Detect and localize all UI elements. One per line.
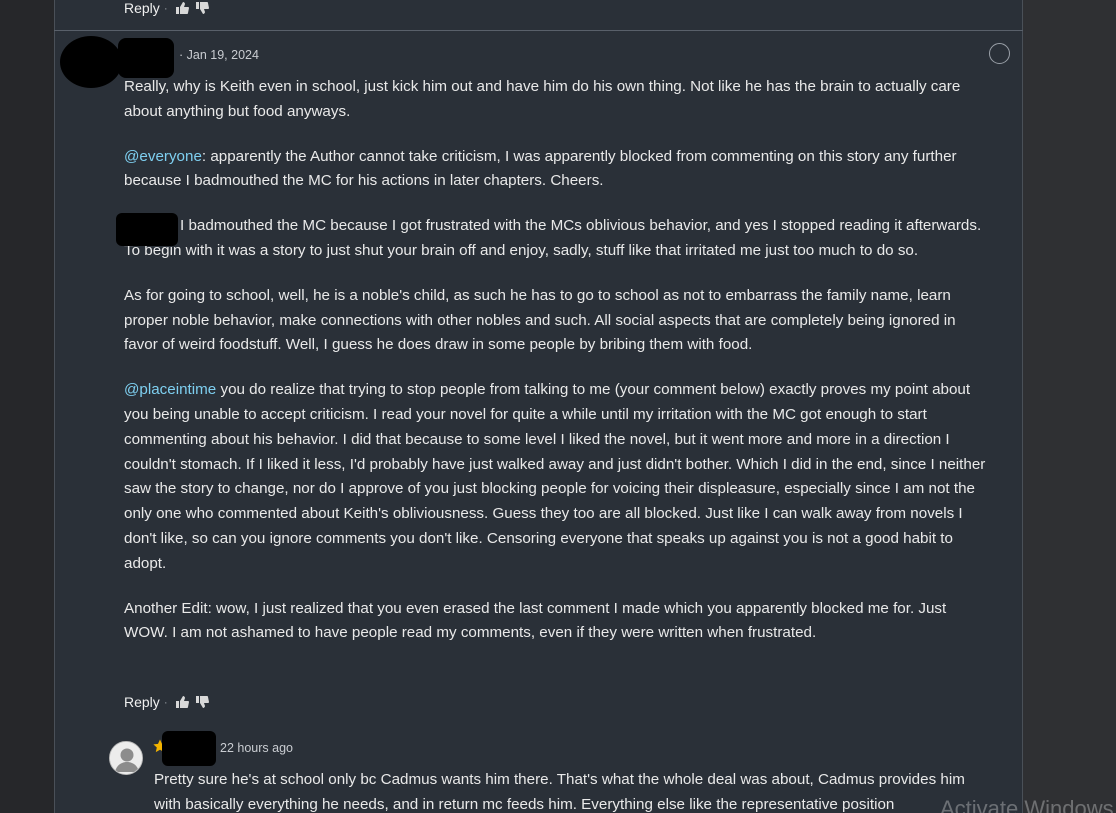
- comment-paragraph: I badmouthed the MC because I got frustr…: [124, 217, 982, 259]
- page-left-margin: [0, 0, 54, 813]
- mention-link[interactable]: @placeintime: [124, 381, 216, 398]
- thumbs-down-icon[interactable]: [195, 696, 209, 708]
- comment-actions: Reply ·: [124, 694, 212, 710]
- previous-comment-actions: Reply ·: [124, 0, 212, 16]
- mention-link[interactable]: @everyone: [124, 148, 202, 165]
- comment-text: : apparently the Author cannot take crit…: [124, 147, 957, 190]
- comment-paragraph: @placeintime you do realize that trying …: [124, 378, 986, 576]
- reply-button[interactable]: Reply: [124, 694, 160, 710]
- comment-divider: [54, 30, 1023, 31]
- thumbs-up-icon[interactable]: [175, 2, 189, 14]
- comment-paragraph: Really, why is Keith even in school, jus…: [124, 78, 961, 120]
- thumbs-up-icon[interactable]: [175, 696, 189, 708]
- thumbs-down-icon[interactable]: [195, 2, 209, 14]
- separator: ·: [163, 1, 168, 15]
- comment-paragraph: Another Edit: wow, I just realized that …: [124, 599, 947, 642]
- separator: ·: [163, 695, 168, 709]
- redacted-username: [162, 731, 216, 766]
- reply-text: Pretty sure he's at school only bc Cadmu…: [154, 771, 965, 813]
- activate-windows-watermark: Activate Windows: [940, 796, 1114, 813]
- redacted-avatar: [60, 36, 122, 88]
- comment-body: Really, why is Keith even in school, jus…: [124, 75, 986, 666]
- redacted-username: [118, 38, 174, 78]
- reply-avatar[interactable]: [109, 741, 143, 775]
- page-right-margin: [1023, 0, 1116, 813]
- comment-date: · Jan 19, 2024: [179, 48, 259, 62]
- comment-text: you do realize that trying to stop peopl…: [124, 381, 986, 572]
- select-circle[interactable]: [989, 43, 1010, 64]
- comment-paragraph: @everyone: apparently the Author cannot …: [124, 145, 986, 195]
- reply-date: 22 hours ago: [220, 741, 293, 755]
- redacted-mention: [116, 213, 178, 246]
- comment-paragraph: As for going to school, well, he is a no…: [124, 286, 956, 354]
- reply-button[interactable]: Reply: [124, 0, 160, 16]
